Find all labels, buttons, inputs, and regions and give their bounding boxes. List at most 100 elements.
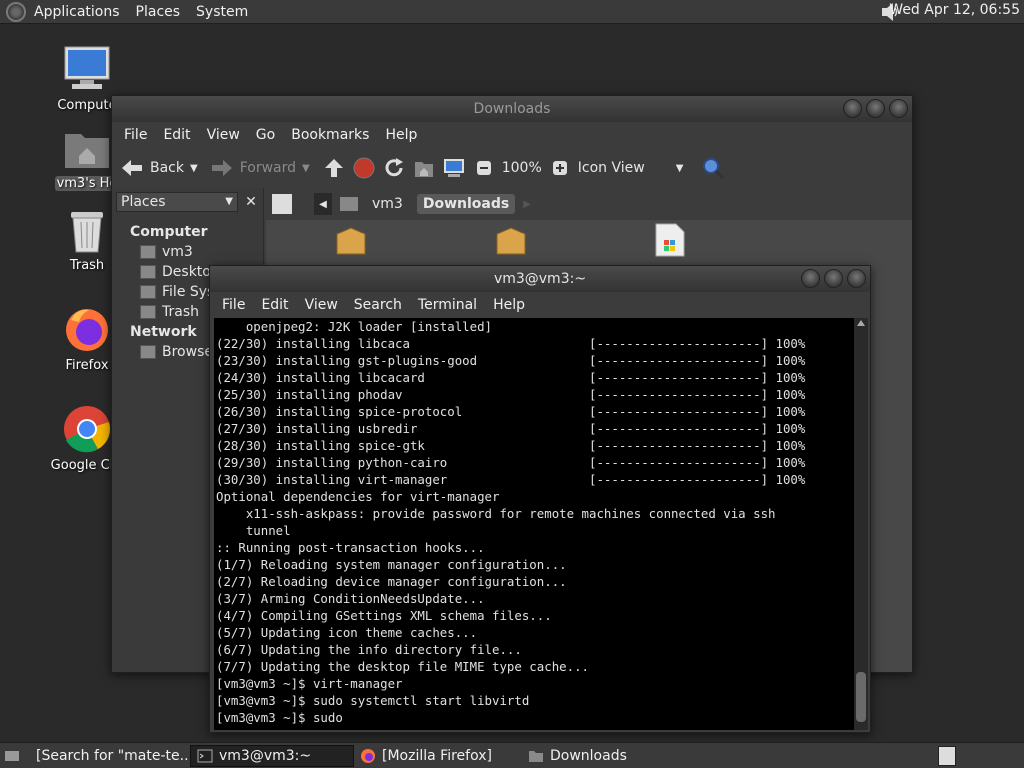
home-icon[interactable]: [412, 156, 436, 180]
network-icon: [140, 345, 156, 359]
sidebar-item-label: Browse: [162, 344, 213, 360]
fm-menu-file[interactable]: File: [116, 127, 155, 143]
terminal-menu-view[interactable]: View: [297, 297, 346, 313]
places-menu[interactable]: Places: [128, 4, 189, 20]
scrollbar-thumb[interactable]: [856, 672, 866, 722]
taskbar-item-terminal[interactable]: vm3@vm3:~: [190, 744, 354, 767]
terminal-title: vm3@vm3:~: [493, 271, 587, 287]
fm-toolbar: Back ▼ Forward ▼ 100% Icon View ▼: [112, 148, 912, 188]
fm-menu-help[interactable]: Help: [377, 127, 425, 143]
close-sidebar-icon[interactable]: ✕: [242, 192, 260, 212]
places-selector-label: Places: [121, 194, 166, 210]
terminal-output[interactable]: openjpeg2: J2K loader [installed] (22/30)…: [214, 318, 854, 730]
terminal-maximize-button[interactable]: [824, 269, 843, 288]
terminal-menu-help[interactable]: Help: [485, 297, 533, 313]
sidebar-heading-network: Network: [130, 324, 197, 340]
workspace-switcher[interactable]: [938, 746, 956, 766]
applications-menu[interactable]: Applications: [26, 4, 128, 20]
terminal-line: (24/30) installing libcacard [----------…: [216, 370, 806, 385]
terminal-line: (4/7) Compiling GSettings XML schema fil…: [216, 608, 552, 623]
search-icon[interactable]: [701, 156, 725, 180]
package-icon[interactable]: [334, 226, 368, 256]
taskbar-item-downloads[interactable]: Downloads: [522, 745, 682, 767]
mate-logo-icon[interactable]: [6, 1, 26, 22]
zoom-in-icon[interactable]: [548, 156, 572, 180]
taskbar-item-label: [Search for "mate-te...: [36, 747, 190, 764]
system-menu[interactable]: System: [188, 4, 256, 20]
fm-maximize-button[interactable]: [866, 99, 885, 118]
terminal-menu-file[interactable]: File: [214, 297, 253, 313]
fm-menu-edit[interactable]: Edit: [155, 127, 198, 143]
terminal-line: (6/7) Updating the info directory file..…: [216, 642, 522, 657]
path-right-arrow-icon[interactable]: ▶: [523, 199, 531, 210]
back-arrow-icon[interactable]: [120, 156, 144, 180]
terminal-line: [vm3@vm3 ~]$ virt-manager: [216, 676, 403, 691]
taskbar: [Search for "mate-te... vm3@vm3:~ [Mozil…: [0, 742, 1024, 768]
terminal-close-button[interactable]: [847, 269, 866, 288]
places-selector[interactable]: Places ▼: [116, 192, 238, 212]
firefox-icon: [66, 309, 108, 351]
terminal-line: openjpeg2: J2K loader [installed]: [216, 319, 493, 334]
show-desktop-button[interactable]: [0, 745, 24, 767]
terminal-menu-terminal[interactable]: Terminal: [410, 297, 485, 313]
terminal-titlebar[interactable]: vm3@vm3:~: [210, 266, 870, 292]
terminal-scrollbar[interactable]: [854, 318, 868, 730]
fm-title: Downloads: [473, 101, 551, 117]
terminal-line: [vm3@vm3 ~]$ sudo systemctl start libvir…: [216, 693, 530, 708]
taskbar-item-label: Downloads: [550, 747, 627, 764]
terminal-line: (25/30) installing phodav [-------------…: [216, 387, 806, 402]
path-left-arrow-icon[interactable]: ◀: [314, 193, 332, 215]
up-arrow-icon[interactable]: [322, 156, 346, 180]
stop-icon[interactable]: [352, 156, 376, 180]
chrome-icon: [64, 406, 111, 453]
fm-menu-go[interactable]: Go: [248, 127, 283, 143]
terminal-line: (22/30) installing libcaca [------------…: [216, 336, 806, 351]
terminal-line: (5/7) Updating icon theme caches...: [216, 625, 478, 640]
terminal-line: (1/7) Reloading system manager configura…: [216, 557, 567, 572]
crumb-vm3[interactable]: vm3: [366, 194, 409, 214]
pathbar: ◀ vm3 Downloads ▶: [266, 188, 912, 220]
zoom-out-icon[interactable]: [472, 156, 496, 180]
drive-icon: [140, 285, 156, 299]
sidebar-item-desktop[interactable]: Desktop: [140, 264, 220, 280]
fm-menu-bookmarks[interactable]: Bookmarks: [283, 127, 377, 143]
back-button[interactable]: Back: [150, 160, 184, 176]
sidebar-item-browse[interactable]: Browse: [140, 344, 213, 360]
terminal-line: (27/30) installing usbredir [-----------…: [216, 421, 806, 436]
back-history-chevron-icon[interactable]: ▼: [190, 163, 198, 174]
terminal-menu-edit[interactable]: Edit: [253, 297, 296, 313]
scroll-up-icon[interactable]: [857, 320, 865, 326]
terminal-line: (7/7) Updating the desktop file MIME typ…: [216, 659, 589, 674]
terminal-menu-search[interactable]: Search: [346, 297, 410, 313]
terminal-line: (30/30) installing virt-manager [-------…: [216, 472, 806, 487]
chevron-down-icon: ▼: [225, 196, 233, 207]
fm-menu-view[interactable]: View: [199, 127, 248, 143]
crumb-downloads[interactable]: Downloads: [416, 194, 516, 214]
view-mode-select[interactable]: Icon View: [578, 160, 670, 176]
fm-close-button[interactable]: [889, 99, 908, 118]
terminal-window: vm3@vm3:~ File Edit View Search Terminal…: [209, 265, 871, 733]
forward-button[interactable]: Forward: [240, 160, 296, 176]
taskbar-item-search[interactable]: [Search for "mate-te...: [24, 745, 190, 767]
view-mode-chevron-icon[interactable]: ▼: [676, 163, 684, 174]
fm-titlebar[interactable]: Downloads: [112, 96, 912, 122]
firefox-icon: [361, 748, 375, 763]
fm-minimize-button[interactable]: [843, 99, 862, 118]
edit-location-icon[interactable]: [272, 194, 292, 214]
taskbar-item-firefox[interactable]: [Mozilla Firefox]: [354, 745, 522, 767]
package-icon[interactable]: [494, 226, 528, 256]
terminal-minimize-button[interactable]: [801, 269, 820, 288]
fm-menubar: File Edit View Go Bookmarks Help: [112, 122, 912, 148]
document-icon[interactable]: [652, 222, 688, 258]
sidebar-item-filesystem[interactable]: File Sys: [140, 284, 214, 300]
computer-icon[interactable]: [442, 156, 466, 180]
sidebar-item-vm3[interactable]: vm3: [140, 244, 193, 260]
reload-icon[interactable]: [382, 156, 406, 180]
terminal-line: (3/7) Arming ConditionNeedsUpdate...: [216, 591, 485, 606]
forward-arrow-icon[interactable]: [210, 156, 234, 180]
sidebar-item-trash[interactable]: Trash: [140, 304, 199, 320]
clock[interactable]: Wed Apr 12, 06:55: [889, 2, 1020, 18]
terminal-line: (23/30) installing gst-plugins-good [---…: [216, 353, 806, 368]
terminal-line: (2/7) Reloading device manager configura…: [216, 574, 567, 589]
forward-history-chevron-icon[interactable]: ▼: [302, 163, 310, 174]
